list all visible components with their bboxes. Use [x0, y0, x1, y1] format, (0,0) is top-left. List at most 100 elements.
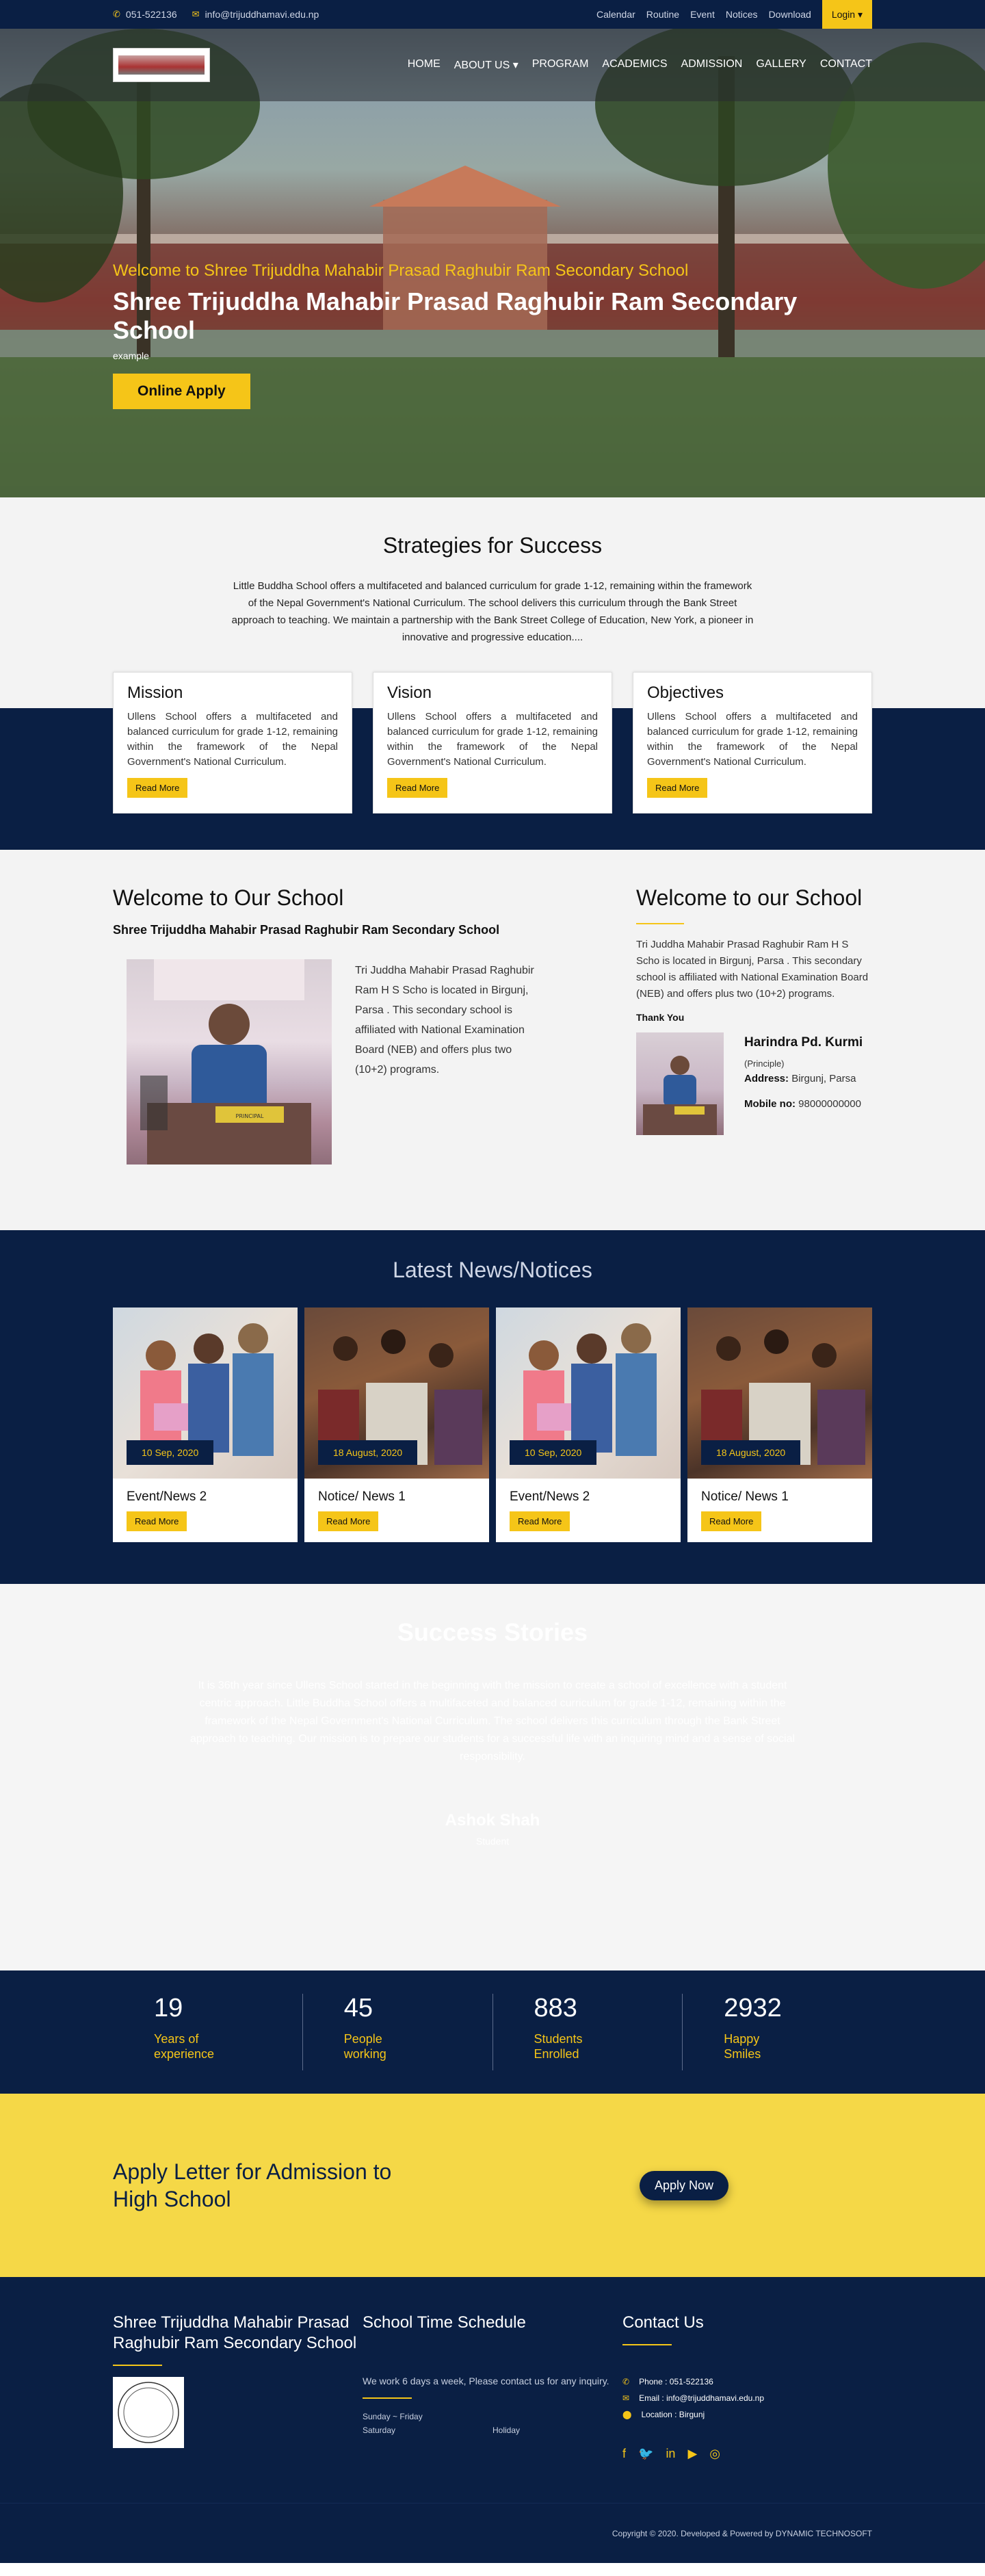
map-marker-icon: ⬤: [622, 2410, 632, 2419]
nav-contact[interactable]: CONTACT: [820, 58, 872, 72]
testimonial-role: Student: [475, 1836, 510, 1847]
success-stories-section: Success Stories It is 36th year since Ul…: [0, 1584, 985, 1970]
read-more-button[interactable]: Read More: [127, 778, 188, 798]
online-apply-button[interactable]: Online Apply: [113, 374, 250, 409]
principal-photo: PRINCIPAL: [127, 959, 332, 1165]
principal-address: Address: Birgunj, Parsa: [744, 1073, 856, 1084]
read-more-button[interactable]: Read More: [127, 1511, 187, 1531]
news-card[interactable]: 10 Sep, 2020 Event/News 2 Read More: [496, 1307, 681, 1542]
news-card-title: Event/News 2: [510, 1489, 590, 1504]
hero-subtitle: Welcome to Shree Trijuddha Mahabir Prasa…: [113, 261, 689, 280]
schedule-text: We work 6 days a week, Please contact us…: [363, 2376, 609, 2386]
card-text: Ullens School offers a multifaceted and …: [387, 711, 598, 768]
youtube-icon[interactable]: ▶: [687, 2447, 697, 2461]
topbar-link-event[interactable]: Event: [690, 9, 715, 20]
welcome-right-title: Welcome to our School: [636, 885, 863, 910]
stat-item: 19 Years of experience: [154, 1994, 215, 2061]
news-image: 18 August, 2020: [304, 1307, 489, 1479]
card-title: Vision: [387, 684, 432, 702]
news-date: 18 August, 2020: [318, 1440, 418, 1465]
footer-phone[interactable]: ✆ Phone : 051-522136: [622, 2377, 872, 2386]
login-button[interactable]: Login ▾: [822, 0, 872, 29]
stat-item: 2932 Happy Smiles: [682, 1994, 872, 2070]
facebook-icon[interactable]: f: [622, 2447, 626, 2461]
nav-about-us[interactable]: ABOUT US ▾: [454, 58, 518, 72]
apply-section: Apply Letter for Admission to High Schoo…: [0, 2094, 985, 2277]
mail-icon: ✉: [622, 2393, 630, 2403]
topbar-phone[interactable]: ✆ 051-522136: [113, 9, 177, 20]
stat-item: 45 People working: [302, 1994, 492, 2070]
news-date: 10 Sep, 2020: [127, 1440, 214, 1465]
svg-text:PRINCIPAL: PRINCIPAL: [236, 1113, 264, 1119]
principal-role: (Principle): [744, 1058, 785, 1069]
read-more-button[interactable]: Read More: [647, 778, 708, 798]
instagram-icon[interactable]: ◎: [709, 2447, 720, 2461]
school-logo[interactable]: [113, 48, 210, 82]
topbar-link-download[interactable]: Download: [769, 9, 811, 20]
card-title: Mission: [127, 684, 183, 702]
stat-item: 883 Students Enrolled: [492, 1994, 683, 2070]
read-more-button[interactable]: Read More: [318, 1511, 379, 1531]
social-links: f 🐦 in ▶ ◎: [622, 2447, 872, 2461]
news-image: 10 Sep, 2020: [496, 1307, 681, 1479]
main-navbar: HOME ABOUT US ▾ PROGRAM ACADEMICS ADMISS…: [0, 29, 985, 101]
topbar-link-calendar[interactable]: Calendar: [596, 9, 635, 20]
news-image: 10 Sep, 2020: [113, 1307, 298, 1479]
nav-program[interactable]: PROGRAM: [532, 58, 589, 72]
news-image: 18 August, 2020: [687, 1307, 872, 1479]
apply-title: Apply Letter for Admission to High Schoo…: [113, 2159, 392, 2211]
welcome-text: Tri Juddha Mahabir Prasad Raghubir Ram H…: [355, 965, 534, 1076]
hero-caption: example: [113, 350, 149, 361]
news-card-title: Notice/ News 1: [318, 1489, 406, 1504]
news-card-title: Event/News 2: [127, 1489, 207, 1504]
top-bar: ✆ 051-522136 ✉ info@trijuddhamavi.edu.np C…: [0, 0, 985, 29]
footer-email[interactable]: ✉ Email : info@trijuddhamavi.edu.np: [622, 2393, 872, 2403]
card-text: Ullens School offers a multifaceted and …: [647, 711, 858, 768]
topbar-link-routine[interactable]: Routine: [646, 9, 679, 20]
strategies-section: Strategies for Success Little Buddha Sch…: [0, 497, 985, 850]
principal-name: Harindra Pd. Kurmi: [744, 1035, 863, 1050]
news-date: 18 August, 2020: [701, 1440, 801, 1465]
footer-logo: [113, 2377, 184, 2448]
success-text: It is 36th year since Ullens School star…: [189, 1680, 796, 1762]
phone-icon: ✆: [113, 9, 120, 19]
news-card[interactable]: 18 August, 2020 Notice/ News 1 Read More: [304, 1307, 489, 1542]
card-title: Objectives: [647, 684, 724, 702]
welcome-section: Welcome to Our School Shree Trijuddha Ma…: [0, 850, 985, 1230]
divider: [636, 923, 684, 924]
welcome-right-text: Tri Juddha Mahabir Prasad Raghubir Ram H…: [636, 939, 869, 1000]
copyright-text: Copyright © 2020. Developed & Powered by…: [612, 2529, 872, 2538]
nav-admission[interactable]: ADMISSION: [681, 58, 743, 72]
news-section: Latest News/Notices 10 Sep, 2020 Event/N…: [0, 1230, 985, 1584]
nav-home[interactable]: HOME: [408, 58, 441, 72]
schedule-title: School Time Schedule: [363, 2313, 526, 2332]
news-card[interactable]: 18 August, 2020 Notice/ News 1 Read More: [687, 1307, 872, 1542]
topbar-link-notices[interactable]: Notices: [726, 9, 758, 20]
footer-location: ⬤ Location : Birgunj: [622, 2410, 705, 2419]
strategies-text: Little Buddha School offers a multifacet…: [231, 580, 754, 643]
welcome-title: Welcome to Our School: [113, 885, 344, 910]
footer-school-name: Shree Trijuddha Mahabir Prasad Raghubir …: [113, 2313, 357, 2352]
topbar-email[interactable]: ✉ info@trijuddhamavi.edu.np: [192, 9, 319, 20]
twitter-icon[interactable]: 🐦: [638, 2447, 653, 2461]
vision-card: Vision Ullens School offers a multifacet…: [373, 672, 612, 814]
read-more-button[interactable]: Read More: [510, 1511, 570, 1531]
nav-gallery[interactable]: GALLERY: [756, 58, 806, 72]
nav-academics[interactable]: ACADEMICS: [602, 58, 667, 72]
read-more-button[interactable]: Read More: [387, 778, 448, 798]
linkedin-icon[interactable]: in: [666, 2447, 675, 2461]
mission-card: Mission Ullens School offers a multiface…: [113, 672, 352, 814]
news-title: Latest News/Notices: [393, 1258, 592, 1282]
testimonial-name: Ashok Shah: [445, 1811, 540, 1830]
news-card-title: Notice/ News 1: [701, 1489, 789, 1504]
welcome-school-name: Shree Trijuddha Mahabir Prasad Raghubir …: [113, 923, 500, 937]
mail-icon: ✉: [192, 9, 200, 19]
news-card[interactable]: 10 Sep, 2020 Event/News 2 Read More: [113, 1307, 298, 1542]
thank-you-label: Thank You: [636, 1012, 685, 1023]
read-more-button[interactable]: Read More: [701, 1511, 762, 1531]
contact-title: Contact Us: [622, 2313, 704, 2332]
card-text: Ullens School offers a multifaceted and …: [127, 711, 338, 768]
apply-now-button[interactable]: Apply Now: [639, 2170, 728, 2200]
news-date: 10 Sep, 2020: [510, 1440, 597, 1465]
principal-thumbnail: [636, 1032, 724, 1135]
